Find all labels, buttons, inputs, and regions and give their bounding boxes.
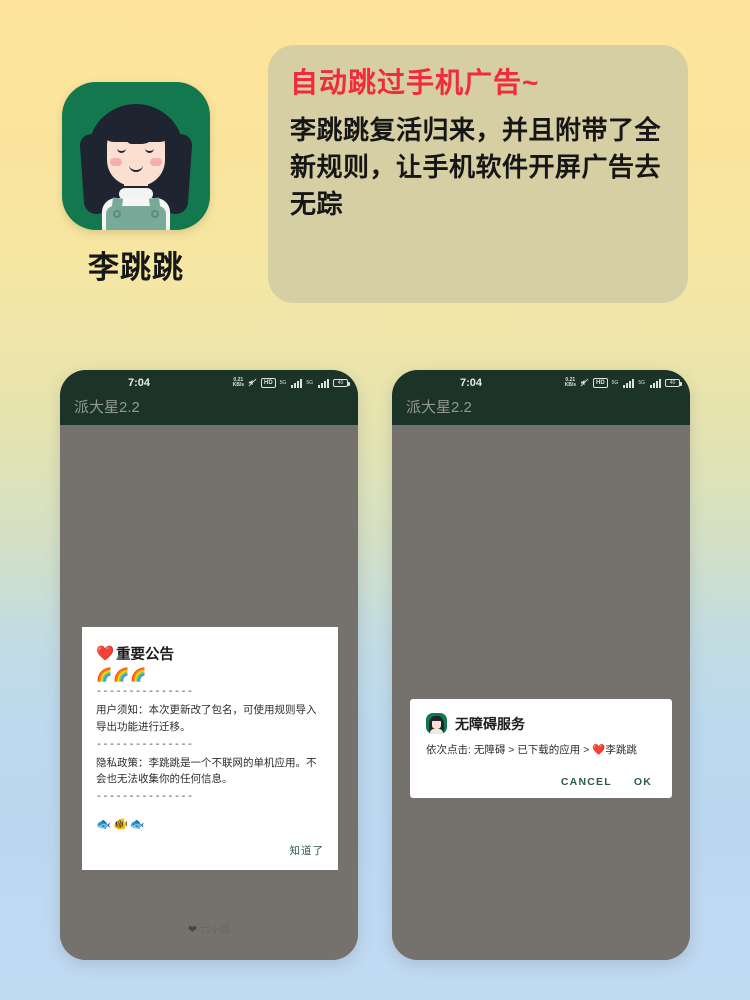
heart-icon: ❤️ <box>96 646 115 662</box>
accessibility-dialog-header: 无障碍服务 <box>426 713 656 734</box>
phone-left-header: 7:04 0.21 KB/s HD 5G 5G 40 派大星2.2 <box>60 370 358 425</box>
signal-bars-sim2 <box>318 378 329 388</box>
battery-icon: 40 <box>665 379 682 387</box>
phone-right-header: 7:04 0.21 KB/s HD 5G 5G 40 派大星2.2 <box>392 370 690 425</box>
battery-icon: 40 <box>333 379 350 387</box>
hd-icon: HD <box>260 378 276 388</box>
announcement-dialog: ❤️ 重要公告 🌈🌈🌈 --------------- 用户须知：本次更新改了包… <box>82 627 338 871</box>
avatar-button-left <box>113 210 121 218</box>
network-speed-icon: 0.21 KB/s <box>564 377 576 388</box>
watermark-text: 六小姐 <box>200 921 231 938</box>
mute-icon <box>248 374 257 392</box>
status-time: 7:04 <box>460 377 483 389</box>
sim1-label: 5G <box>611 379 619 386</box>
phone-right-statusbar: 7:04 0.21 KB/s HD 5G 5G 40 <box>392 370 690 392</box>
phone-screenshot-left: 7:04 0.21 KB/s HD 5G 5G 40 派大星2.2 ❤️ 重要公告… <box>60 370 358 960</box>
phone-right-app-title: 派大星2.2 <box>406 399 472 416</box>
rainbow-icons: 🌈🌈🌈 <box>96 667 148 682</box>
phone-right-body: 无障碍服务 依次点击: 无障碍 > 已下载的应用 > ❤️李跳跳 CANCEL … <box>392 425 690 960</box>
status-icons: 0.21 KB/s HD 5G 5G 40 <box>564 374 682 392</box>
signal-bars-sim1 <box>623 378 635 388</box>
announcement-paragraph-1: 用户须知：本次更新改了包名，可使用规则导入导出功能进行迁移。 <box>96 704 317 733</box>
sim2-label: 5G <box>638 379 645 386</box>
sim2-label: 5G <box>306 379 313 386</box>
mini-avatar-bangs <box>431 716 442 721</box>
watermark-heart-icon: ❤ <box>187 924 198 936</box>
announcement-title: 重要公告 <box>116 647 175 663</box>
accessibility-dialog-actions: CANCEL OK <box>426 776 656 788</box>
app-name-label: 李跳跳 <box>88 250 184 285</box>
avatar-cheek-right <box>150 158 162 166</box>
sim1-label: 5G <box>279 379 287 386</box>
divider-2: --------------- <box>96 739 194 751</box>
ok-button[interactable]: OK <box>634 776 652 788</box>
divider-1: --------------- <box>96 687 194 699</box>
accessibility-dialog: 无障碍服务 依次点击: 无障碍 > 已下载的应用 > ❤️李跳跳 CANCEL … <box>410 699 672 798</box>
hero-description: 李跳跳复活归来，并且附带了全新规则，让手机软件开屏广告去无踪 <box>290 115 662 219</box>
mute-icon <box>580 374 589 392</box>
phone-left-app-title: 派大星2.2 <box>74 399 140 416</box>
hero-title: 自动跳过手机广告~ <box>290 67 540 98</box>
status-time: 7:04 <box>128 377 151 389</box>
signal-bars-sim2 <box>650 378 661 388</box>
li-tiao-tiao-app-icon <box>62 82 210 230</box>
accessibility-dialog-message: 依次点击: 无障碍 > 已下载的应用 > ❤️李跳跳 <box>426 744 637 756</box>
signal-bars-sim1 <box>291 378 303 388</box>
phone-left-statusbar: 7:04 0.21 KB/s HD 5G 5G 40 <box>60 370 358 392</box>
phone-screenshot-right: 7:04 0.21 KB/s HD 5G 5G 40 派大星2.2 无障碍服务 … <box>392 370 690 960</box>
announcement-title-row: ❤️ 重要公告 <box>96 643 324 664</box>
divider-3: --------------- <box>96 792 194 804</box>
cancel-button[interactable]: CANCEL <box>561 776 612 788</box>
network-speed-icon: 0.21 KB/s <box>232 377 244 388</box>
mini-avatar-body <box>430 729 443 734</box>
hero-section: 李跳跳 自动跳过手机广告~ 李跳跳复活归来，并且附带了全新规则，让手机软件开屏广… <box>0 0 750 345</box>
li-tiao-tiao-mini-icon <box>426 713 447 734</box>
watermark: ❤ 六小姐 <box>187 921 231 938</box>
hero-card: 自动跳过手机广告~ 李跳跳复活归来，并且附带了全新规则，让手机软件开屏广告去无踪 <box>268 45 688 303</box>
accessibility-dialog-title: 无障碍服务 <box>455 715 525 732</box>
phone-left-body: ❤️ 重要公告 🌈🌈🌈 --------------- 用户须知：本次更新改了包… <box>60 425 358 960</box>
avatar-button-right <box>151 210 159 218</box>
announcement-actions: 知道了 <box>96 843 324 858</box>
app-branding: 李跳跳 <box>50 82 222 287</box>
announcement-paragraph-2: 隐私政策：李跳跳是一个不联网的单机应用。不会也无法收集你的任何信息。 <box>96 756 317 786</box>
status-icons: 0.21 KB/s HD 5G 5G 40 <box>232 374 350 392</box>
avatar-cheek-left <box>110 158 122 166</box>
hd-icon: HD <box>592 378 608 388</box>
acknowledge-button[interactable]: 知道了 <box>290 845 325 857</box>
fish-icons: 🐟🐠🐟 <box>96 817 147 832</box>
